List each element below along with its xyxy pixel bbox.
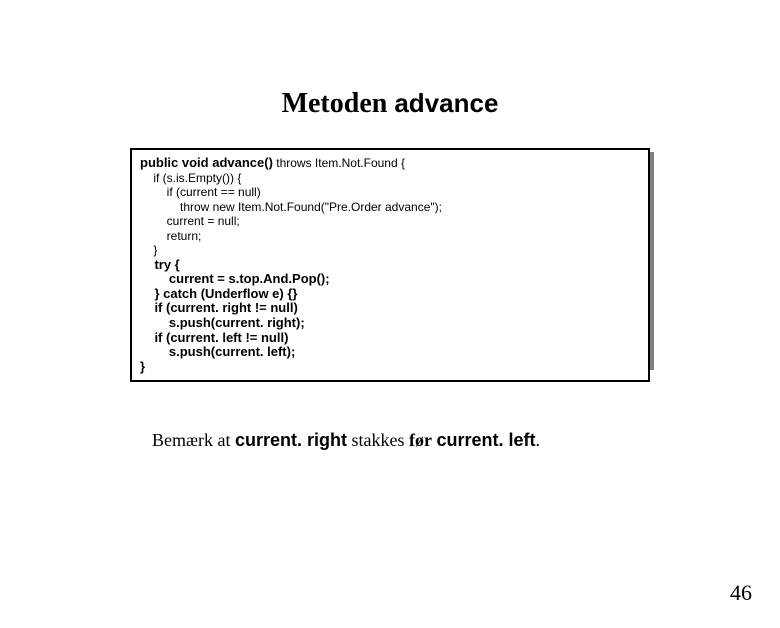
note-p3: stakkes [347,430,409,450]
code-line-7: } [140,243,157,257]
code-line-10: } catch (Underflow e) {} [140,286,297,301]
code-line-14: s.push(current. left); [140,344,295,359]
code-line-5: current = null; [140,214,240,228]
code-line-1b: throws Item.Not.Found { [273,156,405,170]
title-part-serif: Metoden [282,88,395,119]
code-line-6: return; [140,229,201,243]
note-p2: current. right [235,430,347,450]
code-line-1a: public void advance() [140,155,273,170]
code-line-4: throw new Item.Not.Found("Pre.Order adva… [140,200,442,214]
note-p4: før [409,430,432,450]
code-line-9: current = s.top.And.Pop(); [140,271,330,286]
slide-title: Metoden advance [0,88,780,120]
code-line-13: if (current. left != null) [140,330,288,345]
note-line: Bemærk at current. right stakkes før cur… [152,430,780,451]
note-p6: current. left [437,430,536,450]
page-number: 46 [730,580,752,606]
code-box: public void advance() throws Item.Not.Fo… [130,148,650,382]
code-line-11: if (current. right != null) [140,300,298,315]
code-line-8: try { [140,257,180,272]
note-p7: . [536,430,541,450]
code-line-12: s.push(current. right); [140,315,305,330]
code-box-wrapper: public void advance() throws Item.Not.Fo… [130,148,650,382]
code-line-3: if (current == null) [140,185,261,199]
note-p1: Bemærk at [152,430,235,450]
code-line-15: } [140,359,145,374]
title-part-sans: advance [394,88,498,118]
code-line-2: if (s.is.Empty()) { [140,171,241,185]
